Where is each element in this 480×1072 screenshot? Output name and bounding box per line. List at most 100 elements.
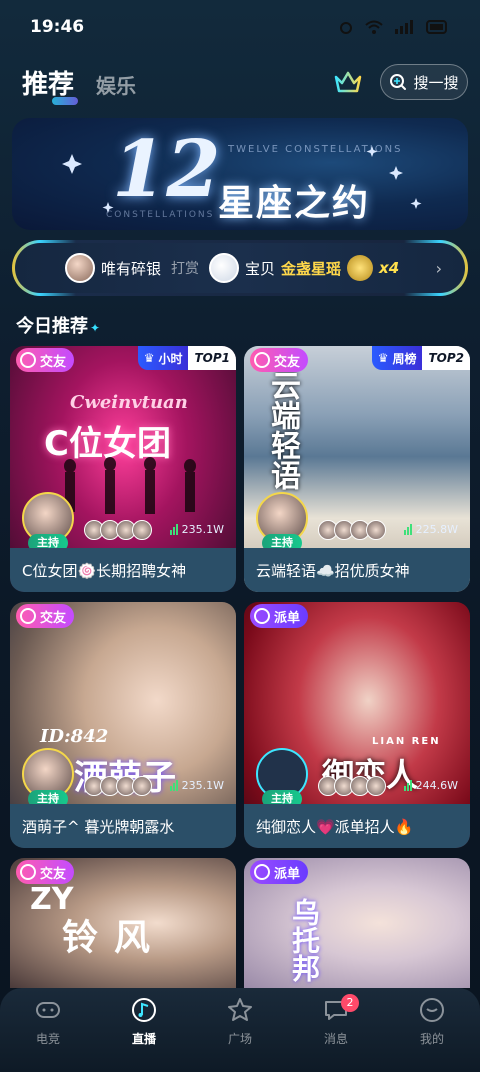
room-card[interactable]: ID:842 酒萌子 交友 主持 235.1W 酒萌子^ 暮光牌朝露水 — [10, 602, 236, 848]
cover-title: 云端轻语 — [260, 370, 304, 490]
tag-label: 派单 — [274, 610, 301, 626]
event-banner[interactable]: 12 TWELVE CONSTELLATIONS 星座之约 CONSTELLAT… — [12, 118, 468, 230]
heat-count: 225.8W — [403, 523, 458, 536]
heat-bars-icon — [169, 524, 178, 535]
banner-number: 12 — [112, 124, 221, 215]
cover-id: ID:842 — [40, 726, 109, 747]
viewer-avatars — [318, 520, 386, 540]
category-tag: 交友 — [250, 348, 309, 372]
cover-subtitle: LIAN REN — [372, 736, 441, 747]
crown-small-icon: ♛ — [143, 351, 155, 365]
tab-recommend[interactable]: 推荐 — [22, 64, 79, 105]
chevron-right-icon[interactable]: › — [436, 259, 442, 278]
status-bar: 19:46 — [0, 0, 480, 56]
gamepad-icon — [34, 996, 62, 1024]
rank-period-label: 周榜 — [392, 351, 417, 366]
search-label: 搜一搜 — [413, 73, 459, 92]
wifi-icon — [365, 20, 383, 34]
cover-title: 乌托邦 — [288, 898, 321, 982]
tag-icon — [20, 864, 36, 880]
heat-count: 244.6W — [403, 779, 458, 792]
category-tag: 交友 — [16, 348, 75, 372]
room-card[interactable]: ZY 风铃 交友 — [10, 858, 236, 988]
room-title: 酒萌子^ 暮光牌朝露水 — [10, 804, 236, 848]
gift-name: 金盏星瑶 — [281, 259, 342, 278]
tag-icon — [254, 864, 270, 880]
alarm-icon — [340, 22, 352, 34]
tab-entertainment[interactable]: 娱乐 — [96, 70, 136, 99]
cover-title: 风铃 — [56, 918, 149, 954]
receiver-name: 宝贝 — [245, 259, 276, 278]
nav-label: 消息 — [323, 1032, 348, 1046]
profile-icon — [418, 996, 446, 1024]
status-time: 19:46 — [30, 17, 85, 37]
bottom-nav: 电竞 直播 广场 2 消息 我的 — [0, 988, 480, 1072]
cover-title-text: 云端轻语 — [265, 370, 300, 490]
rank-period: ♛ 周榜 — [371, 346, 423, 370]
category-tag: 派单 — [250, 604, 309, 628]
signal-icon — [395, 20, 413, 34]
heat-value: 225.8W — [415, 523, 458, 536]
room-title: 纯御恋人💗派单招人🔥 — [244, 804, 470, 848]
room-title: C位女团🍥长期招聘女神 — [10, 548, 236, 592]
top-tabs: 推荐 娱乐 — [22, 64, 136, 105]
cover-script: Cweinvtuan — [70, 392, 188, 413]
heat-count: 235.1W — [169, 523, 224, 536]
nav-item-profile[interactable]: 我的 — [397, 996, 467, 1072]
rank-period-label: 小时 — [158, 351, 183, 366]
section-title-text: 今日推荐 — [16, 316, 88, 337]
category-tag: 派单 — [250, 860, 309, 884]
nav-label: 直播 — [131, 1032, 156, 1046]
nav-label: 我的 — [419, 1032, 444, 1046]
banner-subtitle: TWELVE CONSTELLATIONS — [228, 144, 403, 155]
room-card[interactable]: LIAN REN 御恋人 派单 主持 244.6W 纯御恋人💗派单招人🔥 — [244, 602, 470, 848]
search-button[interactable]: 搜一搜 — [380, 64, 468, 100]
receiver-avatar — [209, 253, 240, 283]
nav-item-esports[interactable]: 电竞 — [13, 996, 83, 1072]
banner-title: 星座之约 — [218, 183, 371, 224]
viewer-avatars — [84, 520, 152, 540]
nav-label: 电竞 — [35, 1032, 60, 1046]
tag-label: 交友 — [274, 354, 301, 370]
heat-bars-icon — [403, 524, 412, 535]
category-tag: 交友 — [16, 860, 75, 884]
rank-badge: ♛ 周榜 TOP2 — [371, 346, 470, 370]
tag-label: 交友 — [40, 354, 67, 370]
tag-label: 派单 — [274, 866, 301, 882]
room-card[interactable]: 云端轻语 交友 ♛ 周榜 TOP2 主持 225.8W 云端轻语☁️招优质女神 — [244, 346, 470, 592]
nav-item-live[interactable]: 直播 — [109, 996, 179, 1072]
sender-avatar — [65, 253, 95, 283]
battery-icon — [426, 20, 447, 34]
heat-value: 235.1W — [181, 779, 224, 792]
gift-count: x4 — [379, 259, 400, 277]
gift-marquee[interactable]: 唯有碎银 打赏 宝贝 金盏星瑶 x4 — [12, 240, 468, 296]
message-badge: 2 — [341, 994, 359, 1012]
heat-bars-icon — [169, 780, 178, 791]
rank-period: ♛ 小时 — [137, 346, 189, 370]
crown-button[interactable] — [330, 66, 366, 98]
status-icons — [338, 19, 450, 35]
gift-action: 打赏 — [171, 261, 200, 277]
tag-icon — [254, 608, 270, 624]
rank-position: TOP2 — [422, 346, 470, 370]
rank-position: TOP1 — [188, 346, 236, 370]
tag-icon — [20, 608, 36, 624]
heat-value: 244.6W — [415, 779, 458, 792]
viewer-avatars — [84, 776, 152, 796]
tag-icon — [20, 352, 36, 368]
room-card[interactable]: Cweinvtuan C位女团 交友 ♛ 小时 TOP1 主持 235.1W C位… — [10, 346, 236, 592]
plaza-icon — [226, 996, 254, 1024]
nav-label: 广场 — [227, 1032, 252, 1046]
room-card[interactable]: 乌托邦 派单 — [244, 858, 470, 988]
nav-item-plaza[interactable]: 广场 — [205, 996, 275, 1072]
tag-label: 交友 — [40, 610, 67, 626]
nav-item-messages[interactable]: 2 消息 — [301, 994, 371, 1072]
banner-subtitle-2: CONSTELLATIONS — [106, 210, 215, 220]
viewer-avatars — [318, 776, 386, 796]
cover-mark: ZY — [30, 882, 74, 917]
gift-marquee-inner: 唯有碎银 打赏 宝贝 金盏星瑶 x4 — [15, 243, 465, 293]
sparkle-icon: ✦ — [90, 321, 101, 335]
crown-small-icon: ♛ — [377, 351, 389, 365]
section-title: 今日推荐 ✦ — [16, 312, 100, 338]
tag-icon — [254, 352, 270, 368]
